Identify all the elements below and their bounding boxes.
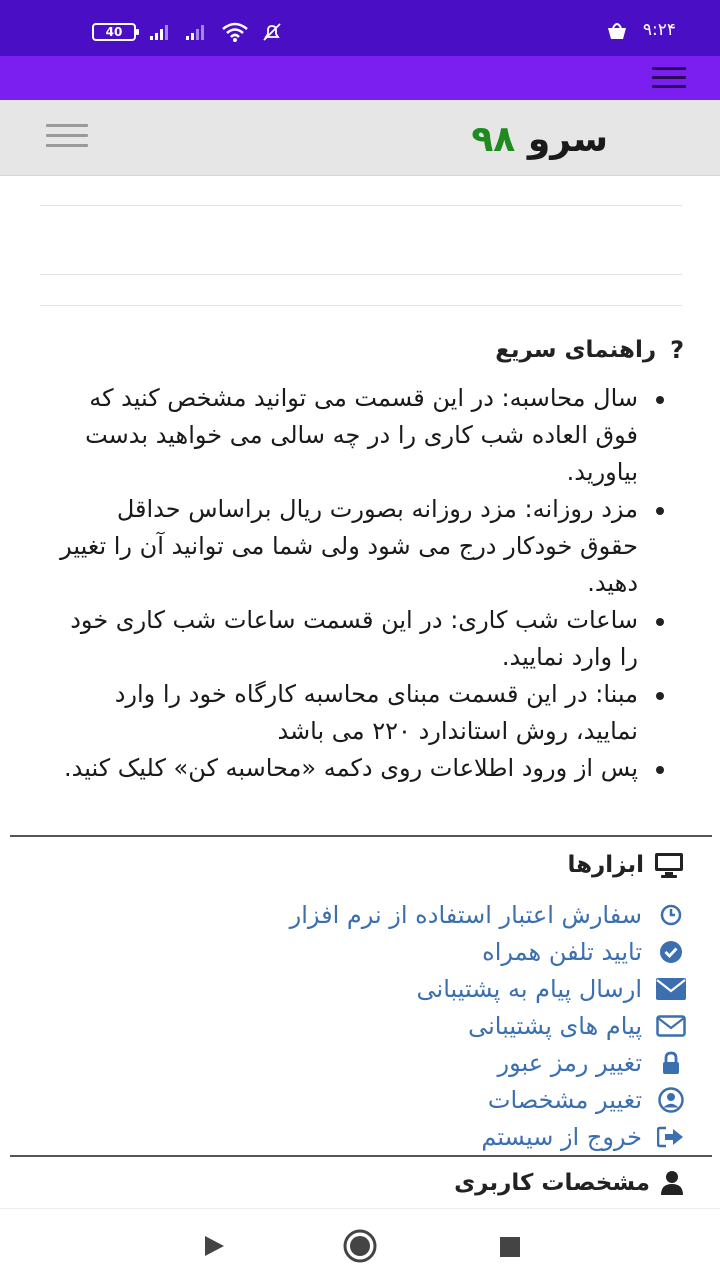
bell-off-icon xyxy=(263,23,281,41)
envelope-outline-icon xyxy=(656,1011,686,1041)
list-item: سال محاسبه: در این قسمت می توانید مشخص ک… xyxy=(58,380,664,491)
quick-guide-title: ? راهنمای سریع xyxy=(495,336,684,364)
tools-label: ابزارها xyxy=(567,852,644,878)
app-bar xyxy=(0,56,720,100)
list-item: مبنا: در این قسمت مبنای محاسبه کارگاه خو… xyxy=(58,676,664,750)
list-item: پس از ورود اطلاعات روی دکمه «محاسبه کن» … xyxy=(58,750,664,787)
shopping-bag-icon xyxy=(608,23,626,39)
tool-support-messages[interactable]: پیام های پشتیبانی xyxy=(290,1007,686,1044)
site-header: سرو ۹۸ xyxy=(0,100,720,176)
envelope-solid-icon xyxy=(656,974,686,1004)
section-divider xyxy=(10,1155,712,1157)
user-icon xyxy=(661,1171,683,1195)
status-icons: 40 xyxy=(92,22,282,42)
tools-list: سفارش اعتبار استفاده از نرم افزار تایید … xyxy=(290,896,686,1155)
list-item: مزد روزانه: مزد روزانه بصورت ریال براساس… xyxy=(58,491,664,602)
site-logo[interactable]: سرو ۹۸ xyxy=(471,120,608,160)
site-menu-icon[interactable] xyxy=(46,124,88,150)
status-bar: 40 ۹:۲۴ xyxy=(0,0,720,56)
tool-logout[interactable]: خروج از سیستم xyxy=(290,1118,686,1155)
tool-verify-phone[interactable]: تایید تلفن همراه xyxy=(290,933,686,970)
desktop-icon xyxy=(655,853,683,878)
verify-phone-link[interactable]: تایید تلفن همراه xyxy=(482,938,642,966)
lock-icon xyxy=(656,1048,686,1078)
tools-title: ابزارها xyxy=(567,851,684,879)
signal-icon xyxy=(150,25,168,40)
logo-number: ۹۸ xyxy=(471,119,516,160)
quick-guide-list: سال محاسبه: در این قسمت می توانید مشخص ک… xyxy=(58,380,664,787)
recents-icon[interactable] xyxy=(500,1237,520,1257)
status-time: ۹:۲۴ xyxy=(642,20,676,40)
battery-icon: 40 xyxy=(92,23,139,41)
question-icon: ? xyxy=(670,336,684,364)
tool-change-password[interactable]: تغییر رمز عبور xyxy=(290,1044,686,1081)
tool-edit-profile[interactable]: تغییر مشخصات xyxy=(290,1081,686,1118)
change-password-link[interactable]: تغییر رمز عبور xyxy=(498,1049,642,1077)
hamburger-menu-icon[interactable] xyxy=(652,67,686,89)
check-circle-icon xyxy=(656,937,686,967)
back-icon[interactable] xyxy=(203,1235,225,1257)
section-divider xyxy=(10,835,712,837)
logout-link[interactable]: خروج از سیستم xyxy=(481,1123,642,1151)
order-credit-link[interactable]: سفارش اعتبار استفاده از نرم افزار xyxy=(290,901,642,929)
wifi-icon xyxy=(222,22,248,42)
quick-guide-label: راهنمای سریع xyxy=(495,337,657,363)
send-message-link[interactable]: ارسال پیام به پشتیبانی xyxy=(417,975,642,1003)
divider xyxy=(40,205,682,206)
user-info-label: مشخصات کاربری xyxy=(454,1170,650,1196)
edit-profile-link[interactable]: تغییر مشخصات xyxy=(488,1086,642,1114)
home-icon[interactable] xyxy=(343,1229,377,1263)
tool-send-message[interactable]: ارسال پیام به پشتیبانی xyxy=(290,970,686,1007)
list-item: ساعات شب کاری: در این قسمت ساعات شب کاری… xyxy=(58,602,664,676)
system-nav-bar xyxy=(0,1208,720,1280)
support-messages-link[interactable]: پیام های پشتیبانی xyxy=(468,1012,642,1040)
tool-order-credit[interactable]: سفارش اعتبار استفاده از نرم افزار xyxy=(290,896,686,933)
divider xyxy=(40,274,682,275)
divider xyxy=(40,305,682,306)
sign-out-icon xyxy=(656,1122,686,1152)
user-info-title: مشخصات کاربری xyxy=(454,1170,684,1196)
user-circle-icon xyxy=(656,1085,686,1115)
signal-icon xyxy=(186,25,204,40)
clock-icon xyxy=(656,900,686,930)
logo-word: سرو xyxy=(527,119,608,160)
